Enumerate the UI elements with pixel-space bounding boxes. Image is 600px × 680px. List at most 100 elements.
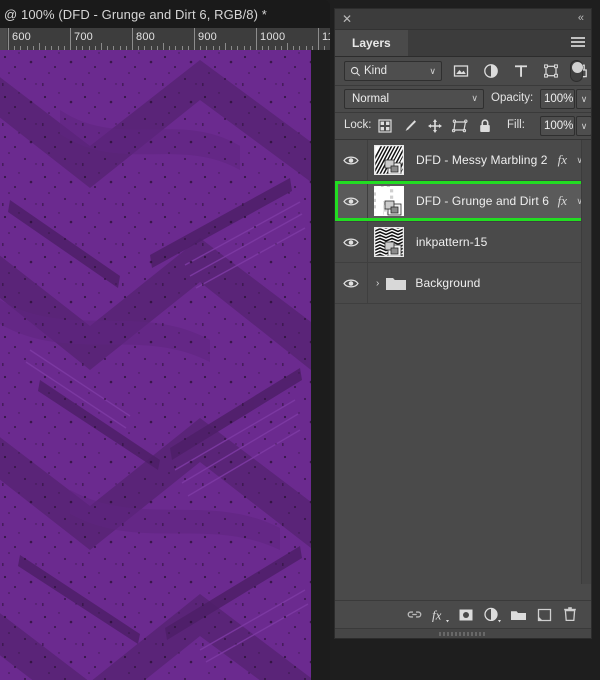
ruler-tick-minor bbox=[39, 43, 40, 50]
ruler-tick-major bbox=[8, 28, 9, 50]
layer-style-fx-icon[interactable]: fx bbox=[427, 604, 453, 626]
layers-panel: ✕ « Layers Kind ∨ Normal ∨ Opacity: 100%… bbox=[334, 8, 592, 639]
layer-effects-indicator[interactable]: fx bbox=[558, 140, 567, 180]
eye-icon bbox=[343, 197, 359, 205]
panel-tab-row: Layers bbox=[335, 30, 591, 57]
filter-shape-icon[interactable] bbox=[542, 62, 560, 80]
layer-row[interactable]: › Background bbox=[335, 263, 591, 304]
blend-opacity-row: Normal ∨ Opacity: 100% ∨ bbox=[335, 86, 592, 113]
ruler-tick-major bbox=[256, 28, 257, 50]
tab-layers-label: Layers bbox=[352, 36, 391, 50]
lock-label: Lock: bbox=[344, 119, 372, 131]
ruler-tick-minor bbox=[287, 43, 288, 50]
ruler-tick-major bbox=[132, 28, 133, 50]
fill-input[interactable]: 100% bbox=[540, 116, 575, 136]
layer-filter-row: Kind ∨ bbox=[335, 57, 591, 86]
lock-position-icon[interactable] bbox=[426, 117, 444, 135]
panel-resize-grip[interactable] bbox=[335, 628, 591, 638]
fill-value: 100% bbox=[544, 120, 574, 132]
layer-visibility-toggle[interactable] bbox=[335, 140, 368, 180]
layer-thumbnail-wrap[interactable] bbox=[373, 221, 405, 258]
ruler-tick-minor bbox=[225, 43, 226, 50]
ruler-label: 700 bbox=[74, 31, 93, 43]
chevron-down-icon: ∨ bbox=[429, 66, 436, 76]
close-icon[interactable]: ✕ bbox=[341, 13, 353, 25]
layer-row[interactable]: inkpattern-15 bbox=[335, 221, 591, 263]
fill-slider-button[interactable]: ∨ bbox=[576, 116, 592, 136]
panel-menu-icon[interactable] bbox=[571, 37, 585, 49]
eye-icon bbox=[343, 279, 359, 287]
lock-fill-row: Lock: Fill: 100% ∨ bbox=[335, 113, 592, 140]
link-layers-icon[interactable] bbox=[401, 604, 427, 626]
new-group-icon[interactable] bbox=[505, 604, 531, 626]
lock-transparency-icon[interactable] bbox=[376, 117, 394, 135]
document-titlebar[interactable]: @ 100% (DFD - Grunge and Dirt 6, RGB/8) … bbox=[0, 0, 330, 28]
document-gutter bbox=[311, 50, 330, 680]
filter-kind-label: Kind bbox=[364, 65, 388, 77]
layer-name[interactable]: DFD - Messy Marbling 2 bbox=[416, 153, 548, 167]
document-title: @ 100% (DFD - Grunge and Dirt 6, RGB/8) … bbox=[4, 6, 267, 22]
layer-name[interactable]: Background bbox=[415, 276, 480, 290]
layer-name[interactable]: DFD - Grunge and Dirt 6 bbox=[416, 194, 549, 208]
filter-type-icon[interactable] bbox=[512, 62, 530, 80]
layer-list-scrollbar[interactable] bbox=[581, 140, 591, 584]
filter-adjustment-icon[interactable] bbox=[482, 62, 500, 80]
filter-enable-toggle[interactable] bbox=[570, 60, 583, 82]
group-expand-arrow[interactable]: › bbox=[376, 278, 379, 289]
layer-visibility-toggle[interactable] bbox=[335, 263, 368, 303]
new-adjustment-layer-icon[interactable] bbox=[479, 604, 505, 626]
ruler-corner bbox=[0, 28, 7, 50]
layer-effects-indicator[interactable]: fx bbox=[558, 181, 567, 221]
layer-visibility-toggle[interactable] bbox=[335, 181, 368, 221]
grip-lines-icon bbox=[439, 631, 485, 636]
blend-mode-dropdown[interactable]: Normal ∨ bbox=[344, 89, 484, 109]
lock-artboard-nesting-icon[interactable] bbox=[451, 117, 469, 135]
layer-list: DFD - Messy Marbling 2 fx ∨ DFD - Grunge a… bbox=[335, 140, 591, 584]
canvas-artwork bbox=[0, 50, 311, 680]
svg-text:fx: fx bbox=[432, 607, 442, 622]
layer-thumbnail bbox=[365, 144, 421, 176]
panel-topbar: ✕ « bbox=[335, 9, 591, 30]
layer-thumbnail bbox=[374, 186, 404, 216]
double-chevron-left-icon[interactable]: « bbox=[578, 12, 584, 25]
fill-label: Fill: bbox=[507, 119, 525, 131]
ruler-tick-major bbox=[318, 28, 319, 50]
add-layer-mask-icon[interactable] bbox=[453, 604, 479, 626]
canvas[interactable] bbox=[0, 50, 311, 680]
lock-all-icon[interactable] bbox=[476, 117, 494, 135]
delete-layer-icon[interactable] bbox=[557, 604, 583, 626]
layers-bottom-toolbar: fx bbox=[335, 600, 591, 628]
horizontal-ruler[interactable]: 600 700 800 900 1000 1100 bbox=[0, 28, 330, 51]
ruler-label: 1000 bbox=[260, 31, 286, 43]
ruler-label: 1100 bbox=[322, 31, 330, 43]
filter-kind-dropdown[interactable]: Kind ∨ bbox=[344, 61, 442, 81]
layer-row[interactable]: DFD - Grunge and Dirt 6 fx ∨ bbox=[335, 181, 591, 222]
folder-icon bbox=[385, 275, 407, 292]
layer-thumbnail-wrap[interactable] bbox=[374, 186, 404, 216]
layer-row[interactable]: DFD - Messy Marbling 2 fx ∨ bbox=[335, 140, 591, 181]
opacity-value: 100% bbox=[544, 93, 574, 105]
toggle-knob bbox=[572, 62, 583, 73]
eye-icon bbox=[343, 156, 359, 164]
blend-mode-label: Normal bbox=[352, 93, 390, 105]
ruler-tick-minor bbox=[101, 43, 102, 50]
opacity-label: Opacity: bbox=[491, 92, 534, 104]
photoshop-window: @ 100% (DFD - Grunge and Dirt 6, RGB/8) … bbox=[0, 0, 600, 680]
ruler-label: 800 bbox=[136, 31, 155, 43]
eye-icon bbox=[343, 238, 359, 246]
ruler-tick-minor bbox=[163, 43, 164, 50]
layer-visibility-toggle[interactable] bbox=[335, 222, 368, 262]
lock-image-pixels-icon[interactable] bbox=[401, 117, 419, 135]
tab-layers[interactable]: Layers bbox=[335, 30, 408, 56]
layer-thumbnail-wrap[interactable] bbox=[365, 144, 421, 176]
chevron-down-icon: ∨ bbox=[471, 93, 478, 103]
document-window: @ 100% (DFD - Grunge and Dirt 6, RGB/8) … bbox=[0, 0, 330, 680]
ruler-tick-major bbox=[70, 28, 71, 50]
opacity-slider-button[interactable]: ∨ bbox=[576, 89, 592, 109]
new-layer-icon[interactable] bbox=[531, 604, 557, 626]
opacity-input[interactable]: 100% bbox=[540, 89, 575, 109]
filter-pixel-icon[interactable] bbox=[452, 62, 470, 80]
search-icon bbox=[350, 66, 361, 76]
layer-name[interactable]: inkpattern-15 bbox=[416, 235, 487, 249]
ruler-tick-major bbox=[194, 28, 195, 50]
